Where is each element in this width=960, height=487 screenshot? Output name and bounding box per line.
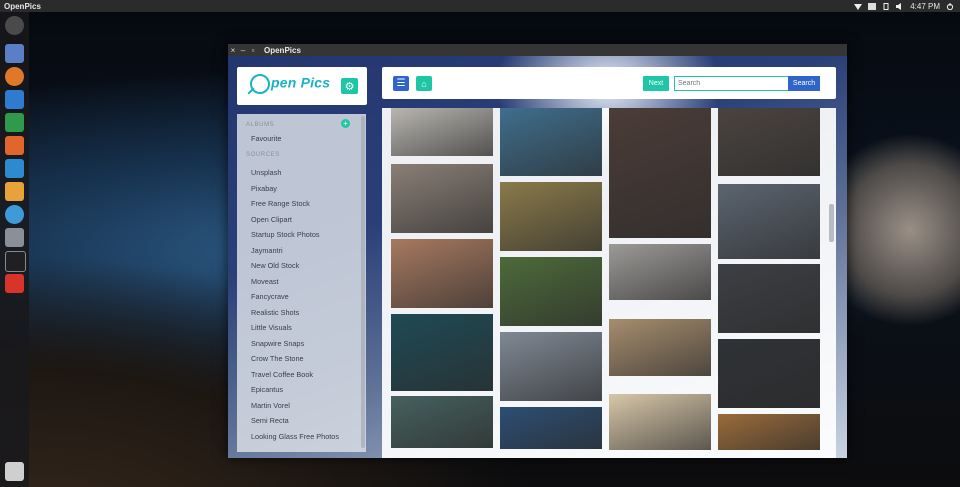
close-icon[interactable]: × xyxy=(228,46,238,55)
photo-woman-white-knit-top[interactable] xyxy=(609,108,711,238)
photo-lake-reeds-sunset[interactable] xyxy=(500,332,602,401)
home-icon: ⌂ xyxy=(421,78,427,89)
sidebar-item-moveast[interactable]: Moveast xyxy=(251,277,279,286)
sidebar-item-semi-recta[interactable]: Semi Recta xyxy=(251,416,289,425)
system-tray: 4:47 PM xyxy=(854,2,954,11)
sidebar-item-martin-vorel[interactable]: Martin Vorel xyxy=(251,401,290,410)
settings-button[interactable]: ⚙ xyxy=(341,78,358,94)
sidebar-item-epicantus[interactable]: Epicantus xyxy=(251,385,283,394)
sidebar-item-snapwire-snaps[interactable]: Snapwire Snaps xyxy=(251,339,304,348)
openpics-window: × – ▫ OpenPics pen Pics ⚙ ALBUMS + Favou… xyxy=(228,44,847,458)
add-album-button[interactable]: + xyxy=(341,119,350,128)
maximize-icon[interactable]: ▫ xyxy=(248,46,258,55)
sidebar-item-realistic-shots[interactable]: Realistic Shots xyxy=(251,308,299,317)
photo-bathtub-pattern-wall[interactable] xyxy=(718,108,820,176)
trash-icon[interactable] xyxy=(5,462,24,481)
minimize-icon[interactable]: – xyxy=(238,46,248,55)
ubuntu-icon[interactable] xyxy=(5,16,24,35)
photo-laptop-on-desk[interactable] xyxy=(391,164,493,233)
sidebar-item-open-clipart[interactable]: Open Clipart xyxy=(251,215,292,224)
screenshot-icon[interactable] xyxy=(5,228,24,247)
sidebar-item-jaymantri[interactable]: Jaymantri xyxy=(251,246,283,255)
app-content: pen Pics ⚙ ALBUMS + Favourite SOURCES Un… xyxy=(228,56,847,458)
terminal-icon[interactable] xyxy=(5,251,26,272)
clock[interactable]: 4:47 PM xyxy=(910,2,940,11)
writer-icon[interactable] xyxy=(5,90,24,109)
firefox-icon[interactable] xyxy=(5,67,24,86)
photo-white-sneaker[interactable] xyxy=(609,244,711,300)
search-input[interactable] xyxy=(674,76,792,91)
photo-blue-wood-door[interactable] xyxy=(500,407,602,449)
volume-icon[interactable] xyxy=(896,2,904,10)
logo-panel: pen Pics ⚙ xyxy=(237,67,367,105)
toolbar: ☰ ⌂ Next Search xyxy=(382,67,836,99)
albums-section-label: ALBUMS xyxy=(246,122,275,128)
sidebar-item-new-old-stock[interactable]: New Old Stock xyxy=(251,261,299,270)
sidebar-item-travel-coffee-book[interactable]: Travel Coffee Book xyxy=(251,370,313,379)
sidebar-item-pixabay[interactable]: Pixabay xyxy=(251,184,277,193)
keyboard-layout-icon[interactable] xyxy=(868,2,877,10)
home-button[interactable]: ⌂ xyxy=(416,76,432,91)
power-icon[interactable] xyxy=(946,2,954,10)
photo-laptop-wooden-table[interactable] xyxy=(718,414,820,450)
calc-icon[interactable] xyxy=(5,113,24,132)
sidebar: ALBUMS + Favourite SOURCES Unsplash Pixa… xyxy=(237,114,366,452)
next-button[interactable]: Next xyxy=(643,76,669,91)
photo-keyboard-closeup-2[interactable] xyxy=(718,339,820,408)
window-title: OpenPics xyxy=(264,45,301,55)
hamburger-icon: ☰ xyxy=(396,78,406,89)
gallery-scrollbar[interactable] xyxy=(829,204,834,242)
sidebar-item-free-range-stock[interactable]: Free Range Stock xyxy=(251,199,310,208)
photo-hand-drawing-sketch[interactable] xyxy=(391,108,493,156)
software-center-icon[interactable] xyxy=(5,159,24,178)
battery-icon[interactable] xyxy=(882,2,890,10)
magnifier-icon xyxy=(250,74,270,94)
sidebar-item-fancycrave[interactable]: Fancycrave xyxy=(251,292,289,301)
photo-keyboard-closeup[interactable] xyxy=(718,264,820,333)
photo-boat-on-lake-aerial[interactable] xyxy=(391,314,493,391)
photo-gallery xyxy=(382,108,836,458)
impress-icon[interactable] xyxy=(5,136,24,155)
sidebar-item-favourite[interactable]: Favourite xyxy=(251,134,281,143)
photo-green-hills-landscape[interactable] xyxy=(500,257,602,326)
photo-lace-fabric[interactable] xyxy=(609,394,711,450)
gear-icon: ⚙ xyxy=(344,80,355,93)
wifi-icon[interactable] xyxy=(854,3,863,10)
system-settings-icon[interactable] xyxy=(5,205,24,224)
sidebar-item-crow-the-stone[interactable]: Crow The Stone xyxy=(251,354,304,363)
window-titlebar: × – ▫ OpenPics xyxy=(228,44,847,56)
photo-woman-laptop-brick-wall[interactable] xyxy=(391,239,493,308)
sidebar-item-little-visuals[interactable]: Little Visuals xyxy=(251,323,292,332)
sidebar-item-looking-glass-free-photos[interactable]: Looking Glass Free Photos xyxy=(251,432,339,441)
search-button[interactable]: Search xyxy=(788,76,820,91)
app-logo: pen Pics xyxy=(250,74,330,94)
menu-button[interactable]: ☰ xyxy=(393,76,409,91)
amazon-icon[interactable] xyxy=(5,182,24,201)
files-icon[interactable] xyxy=(5,44,24,63)
photo-mountain-fjord[interactable] xyxy=(391,396,493,448)
photo-people-bending-field[interactable] xyxy=(500,182,602,251)
photo-woman-subway-station[interactable] xyxy=(718,184,820,259)
launcher-dock xyxy=(0,12,29,487)
sidebar-item-unsplash[interactable]: Unsplash xyxy=(251,168,281,177)
photo-hand-holding-phone[interactable] xyxy=(500,108,602,176)
active-app-name: OpenPics xyxy=(4,1,41,11)
sources-section-label: SOURCES xyxy=(246,152,280,158)
openpics-launcher-icon[interactable] xyxy=(5,274,24,293)
sidebar-item-startup-stock-photos[interactable]: Startup Stock Photos xyxy=(251,230,320,239)
sidebar-scrollbar[interactable] xyxy=(361,116,365,448)
photo-dog-on-floor[interactable] xyxy=(609,319,711,376)
system-top-bar: OpenPics 4:47 PM xyxy=(0,0,960,12)
